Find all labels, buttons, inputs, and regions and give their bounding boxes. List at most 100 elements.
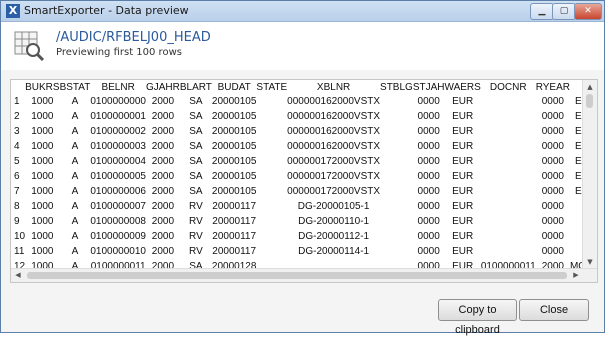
table-cell: 000000172000VSTX [287, 186, 381, 197]
table-cell: 2000 [151, 201, 175, 212]
table-row[interactable]: 3 1000 A 0100000002 2000 SA 20000105 0000001620… [11, 124, 597, 139]
table-row[interactable]: 8 1000 A 0100000007 2000 RV 20000117 DG-2000010… [11, 199, 597, 214]
table-cell: 0000 [541, 141, 564, 152]
column-header[interactable]: DOCNR [481, 80, 536, 94]
table-cell: 20000105 [211, 171, 257, 182]
table-cell: 1000 [31, 141, 54, 152]
table-cell [256, 124, 287, 139]
column-header[interactable]: XBLNR [287, 80, 380, 94]
table-cell: 000000162000VSTX [287, 141, 381, 152]
table-cell: SA [189, 186, 203, 197]
table-row[interactable]: 5 1000 A 0100000004 2000 SA 20000105 0000001720… [11, 154, 597, 169]
column-header[interactable]: STBLG [380, 80, 413, 94]
table-row[interactable]: 9 1000 A 0100000008 2000 RV 20000117 DG-2000011… [11, 214, 597, 229]
column-header[interactable]: BUKRS [25, 80, 59, 94]
table-cell: 2000 [151, 126, 175, 137]
scroll-up-arrow-icon[interactable]: ▲ [583, 80, 597, 94]
table-cell: EUR [452, 96, 474, 107]
table-cell: 20000105 [211, 126, 257, 137]
table-cell: A [71, 156, 79, 167]
horizontal-scrollbar[interactable]: ◀ ▶ [11, 268, 597, 282]
table-cell [256, 214, 287, 229]
table-cell: 1000 [31, 246, 54, 257]
table-cell: EUR [452, 111, 474, 122]
table-row[interactable]: 4 1000 A 0100000003 2000 SA 20000105 0000001620… [11, 139, 597, 154]
data-grid[interactable]: BUKRS BSTAT BELNR GJAHR BLART BUDAT STATE XBLNR… [10, 79, 598, 283]
table-cell: 1000 [31, 186, 54, 197]
table-cell: A [71, 231, 79, 242]
title-bar[interactable]: X SmartExporter - Data preview ▁ ▢ ✕ [1, 1, 604, 22]
table-cell: 1000 [31, 111, 54, 122]
table-cell: EUR [452, 171, 474, 182]
table-cell: EUR [452, 186, 474, 197]
column-header[interactable]: GJAHR [146, 80, 180, 94]
table-cell [481, 169, 536, 184]
table-cell: 0100000008 [90, 216, 146, 227]
table-cell [380, 94, 413, 109]
table-cell [256, 169, 287, 184]
table-cell [380, 109, 413, 124]
preview-subtitle: Previewing first 100 rows [56, 47, 182, 58]
table-cell: A [71, 171, 79, 182]
column-header[interactable]: BLART [180, 80, 212, 94]
table-cell [481, 139, 536, 154]
scroll-down-arrow-icon[interactable]: ▼ [583, 255, 597, 269]
smartexporter-app-icon: X [6, 4, 20, 18]
vertical-scroll-thumb[interactable] [586, 94, 593, 108]
minimize-button[interactable]: ▁ [530, 3, 554, 20]
table-cell [256, 199, 287, 214]
table-cell: DG-20000110-1 [298, 216, 370, 227]
scroll-right-arrow-icon[interactable]: ▶ [569, 269, 583, 282]
table-cell [481, 109, 536, 124]
preview-header: /AUDIC/RFBELJ00_HEAD Previewing first 10… [1, 22, 604, 70]
table-row[interactable]: 2 1000 A 0100000001 2000 SA 20000105 0000001620… [11, 109, 597, 124]
maximize-button[interactable]: ▢ [552, 3, 576, 20]
table-cell: 0100000002 [90, 126, 146, 137]
table-cell: 20000117 [212, 216, 257, 227]
table-cell: A [71, 216, 79, 227]
table-cell: 0100000000 [90, 96, 146, 107]
table-cell: 0000 [417, 111, 440, 122]
table-cell: 0000 [541, 246, 564, 257]
column-header[interactable]: BUDAT [212, 80, 257, 94]
table-row[interactable]: 10 1000 A 0100000009 2000 RV 20000117 DG-200001… [11, 229, 597, 244]
table-cell: 2000 [151, 231, 175, 242]
column-header[interactable]: BELNR [90, 80, 146, 94]
table-row[interactable]: 7 1000 A 0100000006 2000 SA 20000105 0000001720… [11, 184, 597, 199]
column-header[interactable] [11, 80, 25, 94]
table-cell [481, 214, 536, 229]
table-cell: 000000162000VSTX [287, 111, 381, 122]
table-cell: SA [189, 111, 203, 122]
table-cell [380, 169, 413, 184]
table-cell [481, 244, 536, 259]
close-window-button[interactable]: ✕ [574, 3, 602, 20]
table-cell: SA [189, 156, 203, 167]
table-row[interactable]: 11 1000 A 0100000010 2000 RV 20000117 DG-200001… [11, 244, 597, 259]
table-cell [256, 139, 287, 154]
column-header[interactable]: STJAH [413, 80, 445, 94]
column-header[interactable]: BSTAT [60, 80, 91, 94]
table-cell: 1000 [31, 171, 54, 182]
scroll-left-arrow-icon[interactable]: ◀ [11, 269, 25, 282]
table-cell: DG-20000112-1 [298, 231, 370, 242]
preview-table: BUKRS BSTAT BELNR GJAHR BLART BUDAT STATE XBLNR… [11, 80, 597, 274]
copy-to-clipboard-button[interactable]: Copy to clipboard [438, 299, 517, 336]
table-cell: A [71, 111, 79, 122]
table-cell: EUR [452, 231, 474, 242]
column-header[interactable]: WAERS [445, 80, 481, 94]
table-row[interactable]: 1 1000 A 0100000000 2000 SA 20000105 0000001620… [11, 94, 597, 109]
table-cell [380, 214, 413, 229]
table-cell: 0000 [417, 156, 440, 167]
table-cell: EUR [452, 156, 474, 167]
table-cell: 0000 [417, 216, 440, 227]
table-cell: 0000 [417, 231, 440, 242]
column-header[interactable]: STATE [256, 80, 287, 94]
table-name-title: /AUDIC/RFBELJ00_HEAD [56, 30, 211, 45]
close-button[interactable]: Close [519, 299, 589, 321]
table-cell: 2000 [151, 96, 175, 107]
column-header[interactable]: RYEAR [536, 80, 570, 94]
horizontal-scroll-thumb[interactable] [27, 272, 567, 279]
vertical-scrollbar[interactable]: ▲ ▼ [582, 80, 597, 269]
table-cell: 0000 [417, 171, 440, 182]
table-row[interactable]: 6 1000 A 0100000005 2000 SA 20000105 0000001720… [11, 169, 597, 184]
